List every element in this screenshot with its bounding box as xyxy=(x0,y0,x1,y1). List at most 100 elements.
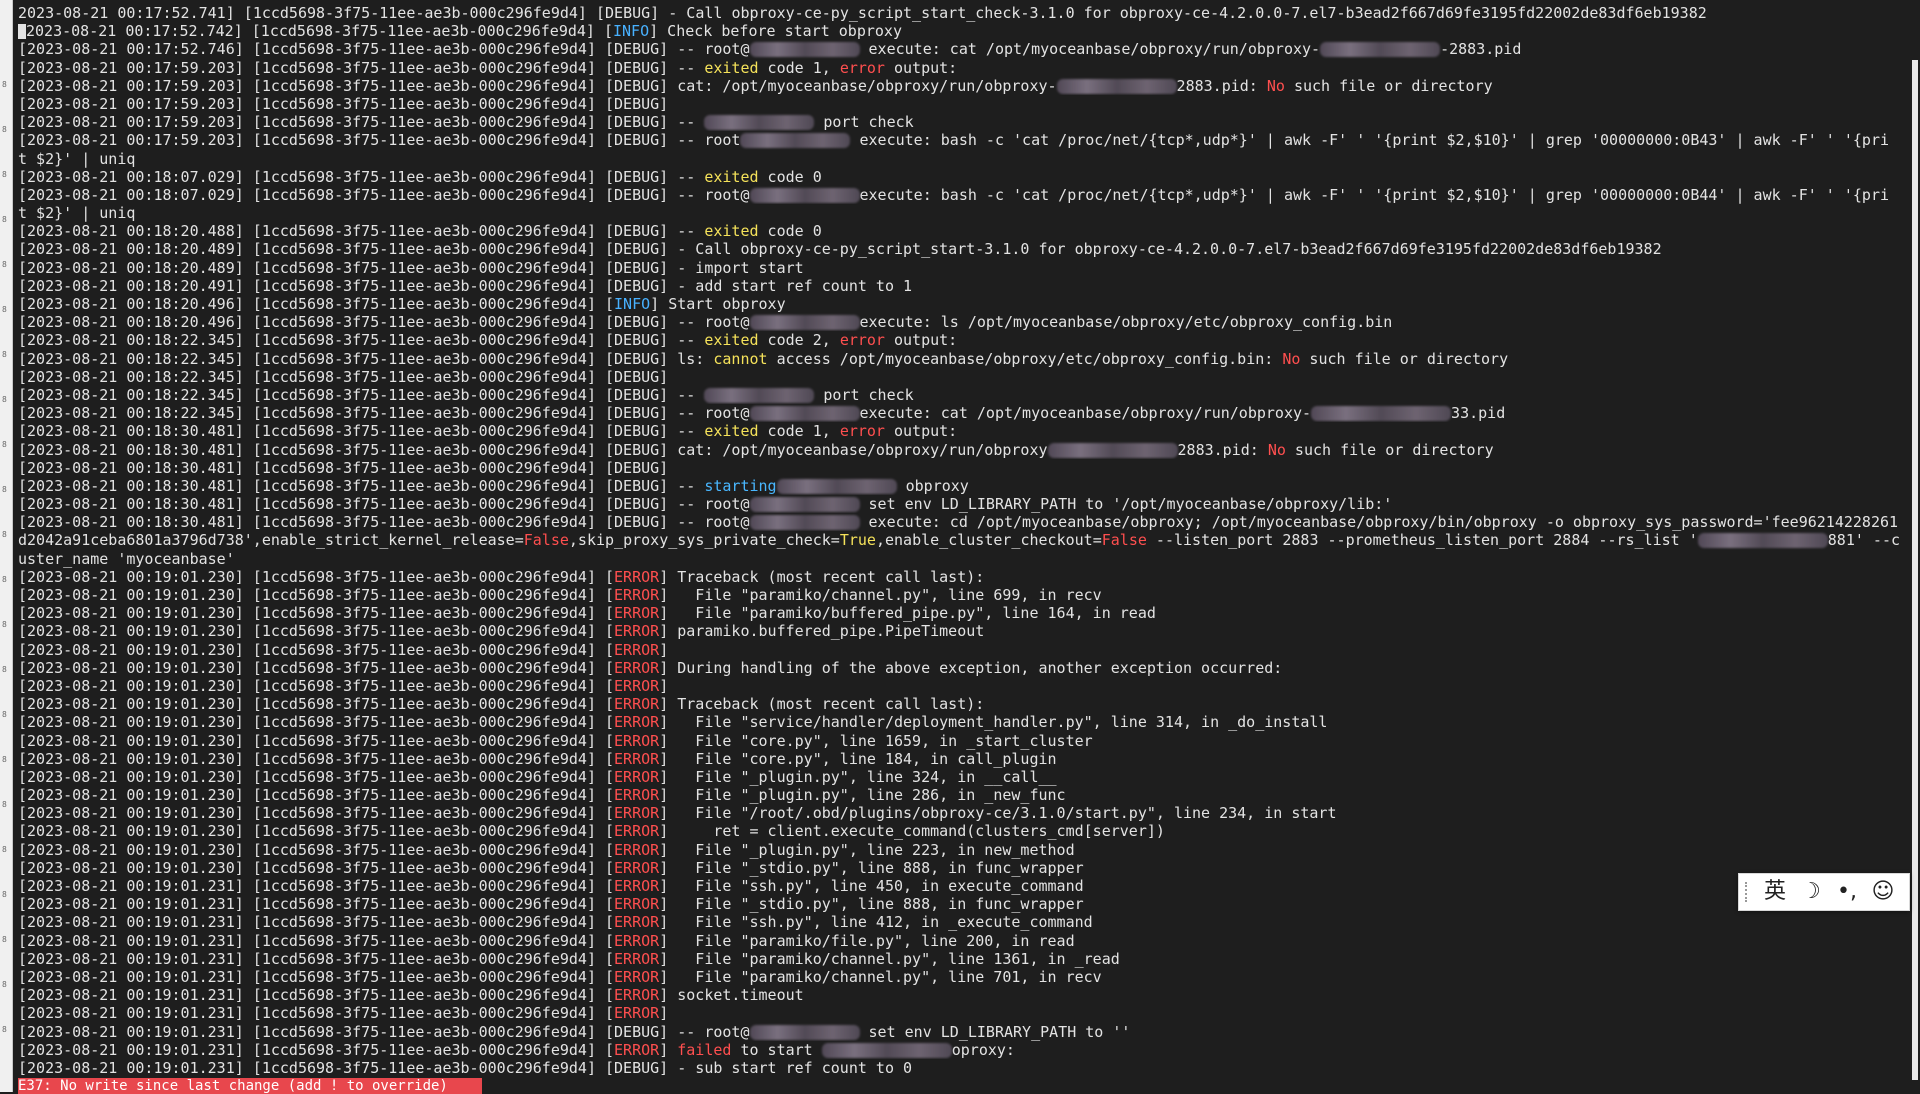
log-text: ,enable_cluster_checkout= xyxy=(875,531,1102,550)
log-text: such file or directory xyxy=(1285,440,1494,459)
error-text: ERROR xyxy=(614,767,660,786)
log-line: [2023-08-21 00:19:01.231] [1ccd5698-3f75… xyxy=(18,1023,1912,1041)
error-text: ERROR xyxy=(614,931,660,950)
log-text: port check xyxy=(814,113,914,132)
log-line: [2023-08-21 00:18:20.496] [1ccd5698-3f75… xyxy=(18,295,1912,313)
moon-icon[interactable]: ☽ xyxy=(1793,874,1829,910)
error-text: ERROR xyxy=(614,986,660,1005)
log-text: [2023-08-21 00:19:01.230] [1ccd5698-3f75… xyxy=(18,804,615,823)
log-text: [2023-08-21 00:17:59.203] [1ccd5698-3f75… xyxy=(18,76,1057,95)
error-text: failed xyxy=(677,1040,732,1059)
log-text: ] File "paramiko/channel.py", line 701, … xyxy=(659,967,1102,986)
log-line: 2023-08-21 00:17:52.741] [1ccd5698-3f75-… xyxy=(18,4,1912,22)
log-text: [2023-08-21 00:18:22.345] [1ccd5698-3f75… xyxy=(18,331,705,350)
language-toggle-icon[interactable]: 英 xyxy=(1757,874,1793,910)
log-text: [2023-08-21 00:19:01.231] [1ccd5698-3f75… xyxy=(18,895,615,914)
log-line: [2023-08-21 00:19:01.230] [1ccd5698-3f75… xyxy=(18,786,1912,804)
redacted-blur xyxy=(1697,533,1828,549)
error-text: False xyxy=(1101,531,1147,550)
keyword-text: True xyxy=(839,531,876,550)
log-text: [2023-08-21 00:17:59.203] [1ccd5698-3f75… xyxy=(18,131,741,150)
log-text: [2023-08-21 00:19:01.231] [1ccd5698-3f75… xyxy=(18,967,615,986)
emoji-icon[interactable]: ☺ xyxy=(1865,874,1901,910)
gutter-mark: 8 xyxy=(2,665,7,674)
redacted-blur xyxy=(704,387,815,403)
error-text: ERROR xyxy=(614,676,660,695)
error-text: ERROR xyxy=(614,604,660,623)
punctuation-icon[interactable]: •, xyxy=(1829,874,1865,910)
log-line: [2023-08-21 00:19:01.230] [1ccd5698-3f75… xyxy=(18,768,1912,786)
gutter-mark: 8 xyxy=(2,530,7,539)
log-text: [2023-08-21 00:19:01.231] [1ccd5698-3f75… xyxy=(18,931,615,950)
log-text: d2042a91ceba6801a3796d738',enable_strict… xyxy=(18,531,524,550)
redacted-blur xyxy=(749,187,860,203)
log-text: code 2, xyxy=(758,331,840,350)
error-text: ERROR xyxy=(614,567,660,586)
error-text: ERROR xyxy=(614,913,660,932)
gutter-mark: 8 xyxy=(2,485,7,494)
log-text: 2883.pid: xyxy=(1176,76,1267,95)
log-line: [2023-08-21 00:19:01.230] [1ccd5698-3f75… xyxy=(18,841,1912,859)
log-text: [2023-08-21 00:18:20.488] [1ccd5698-3f75… xyxy=(18,222,705,241)
log-text: to start xyxy=(731,1040,822,1059)
log-text: [2023-08-21 00:18:20.496] [1ccd5698-3f75… xyxy=(18,313,750,332)
log-line: [2023-08-21 00:19:01.231] [1ccd5698-3f75… xyxy=(18,986,1912,1004)
log-line: [2023-08-21 00:19:01.230] [1ccd5698-3f75… xyxy=(18,568,1912,586)
log-line: [2023-08-21 00:19:01.230] [1ccd5698-3f75… xyxy=(18,677,1912,695)
log-line: [2023-08-21 00:19:01.231] [1ccd5698-3f75… xyxy=(18,895,1912,913)
log-text: ] Traceback (most recent call last): xyxy=(659,567,985,586)
scrollbar[interactable] xyxy=(1912,60,1918,1080)
ime-toolbar[interactable]: 英 ☽ •, ☺ xyxy=(1738,873,1910,911)
log-text: output: xyxy=(884,331,958,350)
redacted-blur xyxy=(749,315,860,331)
terminal-log-output[interactable]: 2023-08-21 00:17:52.741] [1ccd5698-3f75-… xyxy=(18,4,1912,1088)
redacted-blur xyxy=(749,1024,860,1040)
log-text: set env LD_LIBRARY_PATH to '/opt/myocean… xyxy=(859,495,1393,514)
log-text: [2023-08-21 00:19:01.230] [1ccd5698-3f75… xyxy=(18,640,615,659)
log-text: port check xyxy=(814,385,914,404)
log-text: oproxy: xyxy=(951,1040,1015,1059)
log-line: [2023-08-21 00:18:22.345] [1ccd5698-3f75… xyxy=(18,350,1912,368)
log-text: obproxy xyxy=(896,476,969,495)
log-text: [2023-08-21 00:19:01.230] [1ccd5698-3f75… xyxy=(18,731,615,750)
gutter-mark: 8 xyxy=(2,935,7,944)
error-text: ERROR xyxy=(614,622,660,641)
log-line: [2023-08-21 00:18:30.481] [1ccd5698-3f75… xyxy=(18,459,1912,477)
log-text: code 1, xyxy=(758,422,840,441)
log-text: [2023-08-21 00:18:20.489] [1ccd5698-3f75… xyxy=(18,258,804,277)
gutter-mark: 8 xyxy=(2,80,7,89)
gutter-mark: 8 xyxy=(2,260,7,269)
error-text: False xyxy=(523,531,569,550)
log-text: 2023-08-21 00:17:52.741 xyxy=(18,4,226,22)
log-line: [2023-08-21 00:19:01.230] [1ccd5698-3f75… xyxy=(18,586,1912,604)
gutter-mark: 8 xyxy=(2,980,7,989)
log-text: ] File "paramiko/file.py", line 200, in … xyxy=(659,931,1075,950)
gutter-mark: 8 xyxy=(2,575,7,584)
log-text: [2023-08-21 00:18:07.029] [1ccd5698-3f75… xyxy=(18,185,750,204)
status-text: starting xyxy=(704,476,777,495)
log-text: output: xyxy=(884,422,958,441)
redacted-blur xyxy=(1047,442,1178,458)
log-text: [2023-08-21 00:19:01.230] [1ccd5698-3f75… xyxy=(18,713,615,732)
info-level: INFO xyxy=(614,295,651,313)
log-line: [2023-08-21 00:18:30.481] [1ccd5698-3f75… xyxy=(18,495,1912,513)
log-text: [2023-08-21 00:18:20.489] [1ccd5698-3f75… xyxy=(18,240,1662,259)
gutter-mark: 8 xyxy=(2,395,7,404)
log-text: ] xyxy=(659,676,669,695)
log-text: [2023-08-21 00:18:22.345] [1ccd5698-3f75… xyxy=(18,349,714,368)
log-text: [2023-08-21 00:19:01.231] [1ccd5698-3f75… xyxy=(18,986,615,1005)
log-text: set env LD_LIBRARY_PATH to '' xyxy=(859,1022,1131,1041)
drag-handle[interactable] xyxy=(1745,882,1757,902)
log-text: [2023-08-21 00:19:01.230] [1ccd5698-3f75… xyxy=(18,822,615,841)
log-text: uster_name 'myoceanbase' xyxy=(18,549,235,568)
keyword-text: exited xyxy=(704,58,759,77)
error-text: ERROR xyxy=(614,786,660,805)
log-text: [2023-08-21 00:19:01.231] [1ccd5698-3f75… xyxy=(18,913,615,932)
log-text: [2023-08-21 00:19:01.230] [1ccd5698-3f75… xyxy=(18,695,615,714)
log-text: [2023-08-21 00:18:22.345] [1ccd5698-3f75… xyxy=(18,385,705,404)
log-text: [2023-08-21 00:18:30.481] [1ccd5698-3f75… xyxy=(18,458,669,477)
keyword-text: exited xyxy=(704,422,759,441)
redacted-blur xyxy=(740,133,851,149)
log-line: [2023-08-21 00:19:01.230] [1ccd5698-3f75… xyxy=(18,622,1912,640)
log-text: t $2}' | uniq xyxy=(18,204,136,223)
